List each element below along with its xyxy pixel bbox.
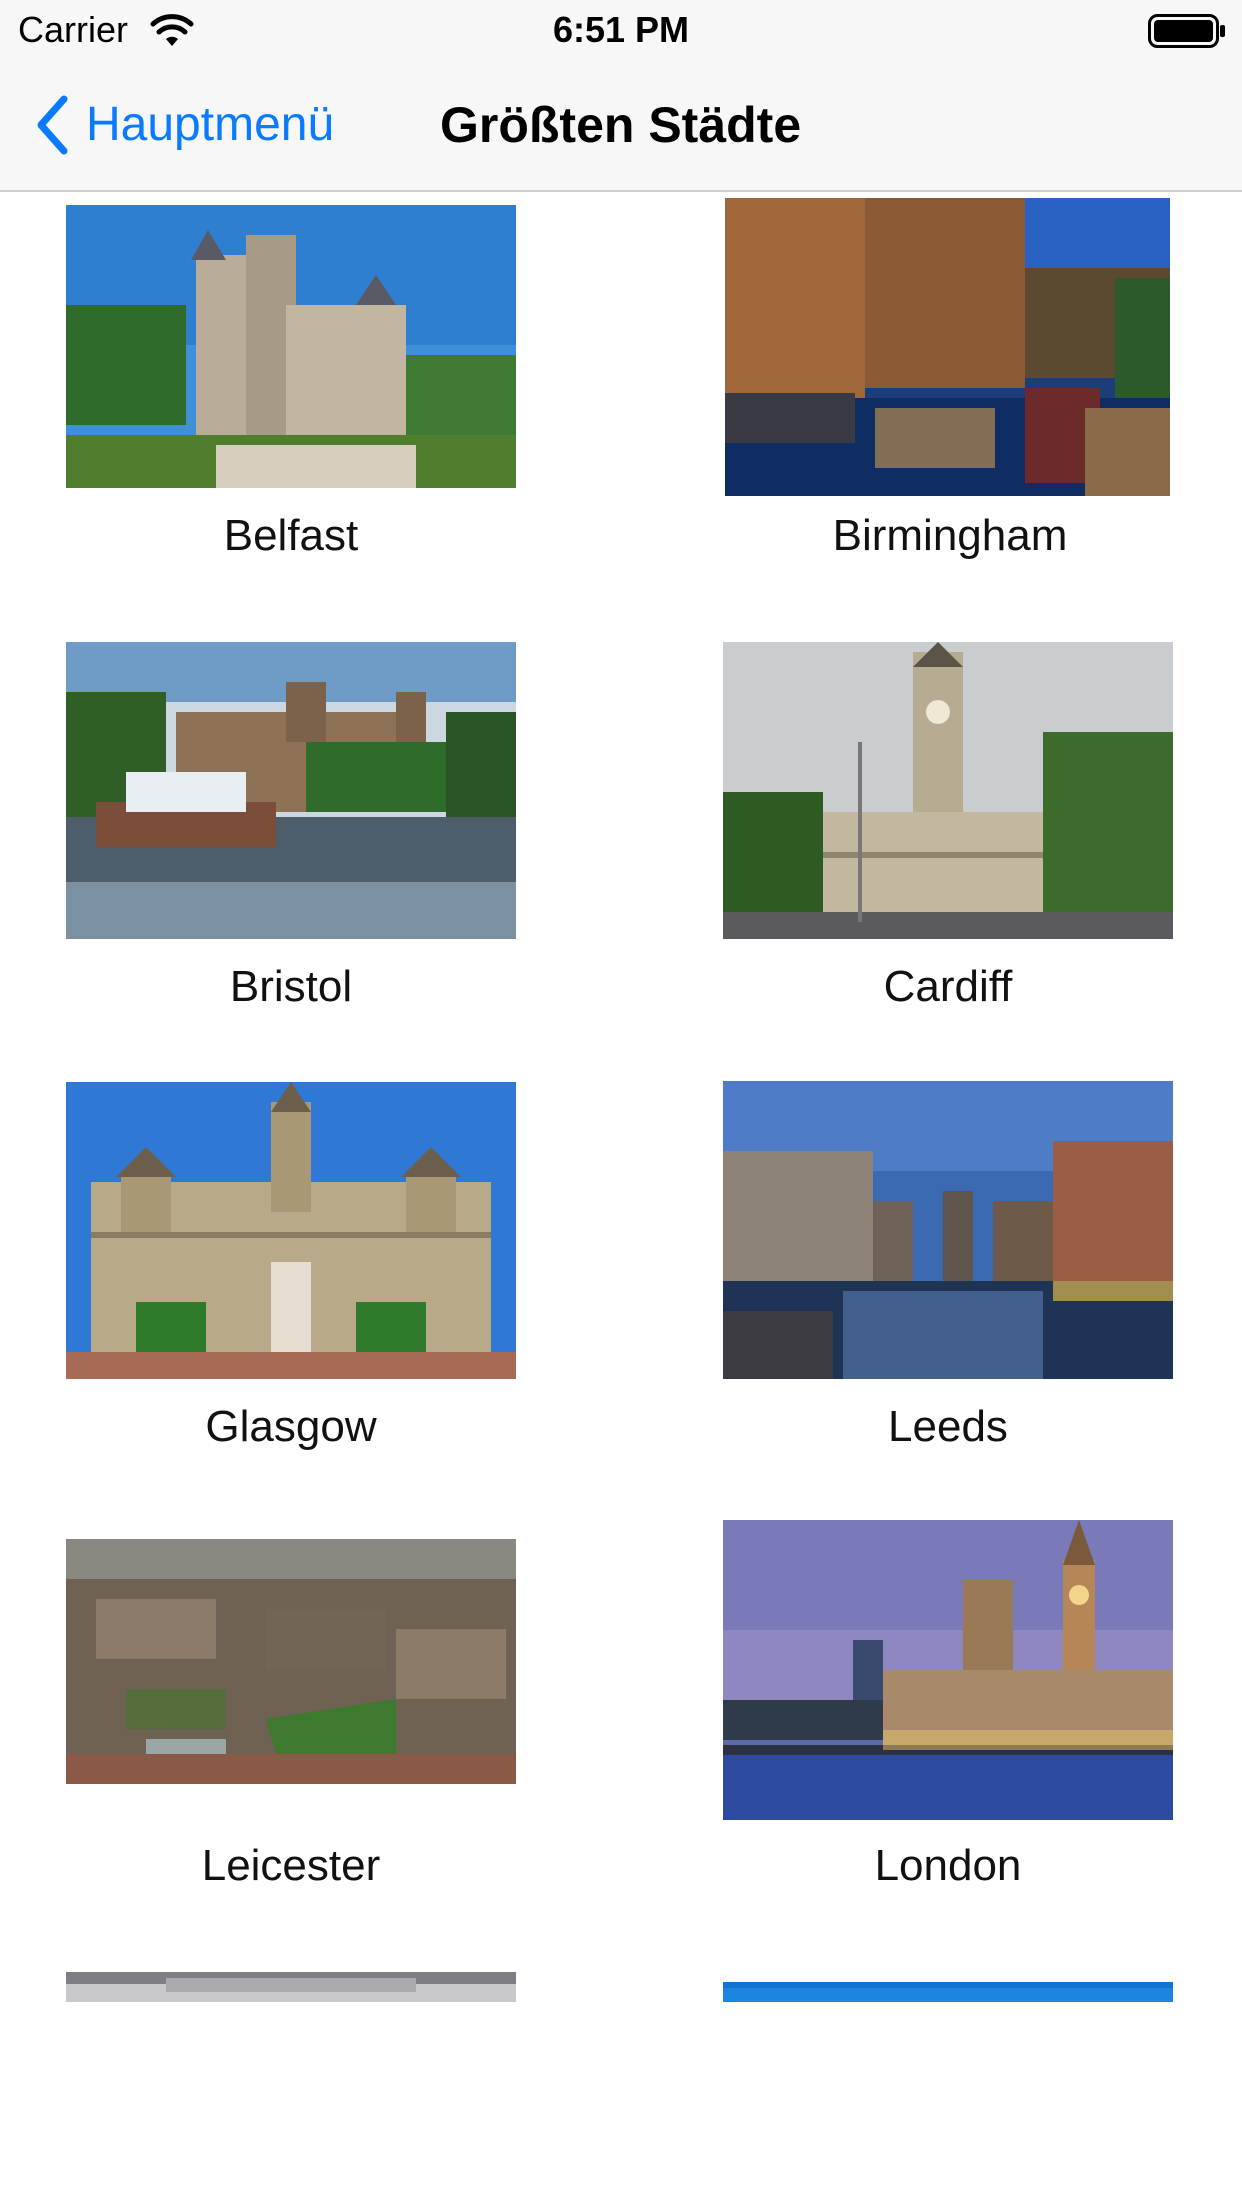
city-cell-london[interactable]: London <box>723 1520 1173 1920</box>
dock-dusk-photo <box>723 1081 1173 1379</box>
canal-night-photo <box>725 198 1170 496</box>
city-cell-glasgow[interactable]: Glasgow <box>66 1082 516 1482</box>
back-button[interactable]: Hauptmenü <box>34 90 334 160</box>
status-time: 6:51 PM <box>552 9 690 50</box>
city-label: London <box>874 1841 1022 1890</box>
city-cell-leeds[interactable]: Leeds <box>723 1081 1173 1481</box>
city-grid: Belfast Birmingham Bristol Cardiff Glasg… <box>0 192 1242 2002</box>
westminster-dusk-photo <box>723 1520 1173 1820</box>
city-label: Belfast <box>223 511 359 560</box>
aerial-city-photo <box>66 1539 516 1784</box>
city-cell-leicester[interactable]: Leicester <box>66 1522 516 1922</box>
city-cell-birmingham[interactable]: Birmingham <box>725 192 1175 592</box>
city-hall-clocktower-photo <box>723 642 1173 939</box>
page-title: Größten Städte <box>440 97 802 153</box>
back-label: Hauptmenü <box>86 98 335 151</box>
city-label: Birmingham <box>832 511 1068 560</box>
navigation-bar: Hauptmenü Größten Städte <box>0 60 1242 192</box>
city-label: Cardiff <box>883 962 1013 1011</box>
city-cell-partial-right[interactable] <box>723 1962 1173 2002</box>
cathedral-fountain-photo <box>66 642 516 939</box>
city-label: Bristol <box>229 962 353 1011</box>
battery-icon <box>1148 14 1225 48</box>
status-bar: Carrier 6:51 PM <box>0 0 1242 60</box>
blue-sky-photo <box>723 1982 1173 2002</box>
city-label: Leeds <box>888 1402 1008 1451</box>
city-cell-cardiff[interactable]: Cardiff <box>723 642 1173 1042</box>
chevron-left-icon <box>37 95 68 155</box>
city-label: Glasgow <box>205 1402 377 1451</box>
city-cell-belfast[interactable]: Belfast <box>66 192 516 592</box>
cloudy-sky-photo <box>66 1972 516 2002</box>
city-chambers-photo <box>66 1082 516 1379</box>
castle-photo <box>66 205 516 488</box>
city-cell-partial-left[interactable] <box>66 1962 516 2002</box>
city-label: Leicester <box>201 1841 381 1890</box>
city-cell-bristol[interactable]: Bristol <box>66 642 516 1042</box>
